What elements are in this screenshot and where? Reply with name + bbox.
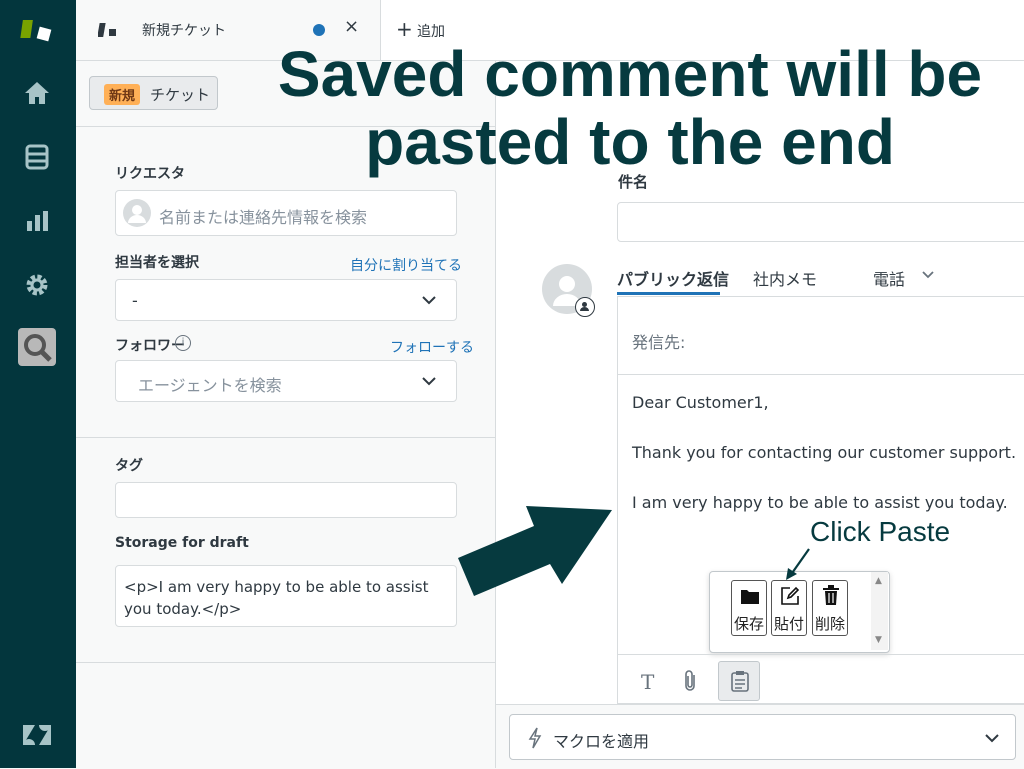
delete-button[interactable]: 削除 [812, 580, 848, 636]
requester-badge-icon [575, 297, 595, 317]
save-button-label: 保存 [733, 615, 764, 633]
scroll-up-icon[interactable]: ▲ [875, 576, 882, 586]
attachment-icon[interactable] [682, 669, 698, 693]
draft-storage-label: Storage for draft [115, 535, 249, 551]
divider [618, 654, 1024, 655]
body-line: I am very happy to be able to assist you… [632, 493, 1008, 512]
folder-icon [741, 590, 759, 604]
followers-placeholder: エージェントを検索 [138, 376, 282, 395]
close-tab-icon[interactable]: × [344, 16, 359, 37]
followers-search-input[interactable]: エージェントを検索 [115, 360, 457, 402]
zendesk-logo-icon [18, 716, 56, 754]
apply-macro-select[interactable]: マクロを適用 [509, 714, 1016, 760]
reply-editor[interactable]: 発信先: Dear Customer1, Thank you for conta… [617, 296, 1024, 704]
paste-button-label: 貼付 [773, 615, 804, 633]
edit-icon [781, 586, 800, 605]
active-tab-indicator [617, 292, 720, 295]
tutorial-headline: Saved comment will be pasted to the end [230, 40, 1024, 176]
trash-icon [823, 585, 839, 605]
recipient-label: 発信先: [632, 333, 686, 352]
body-line: Dear Customer1, [632, 393, 769, 412]
ticket-tab-icon [98, 23, 116, 37]
delete-button-label: 削除 [814, 615, 845, 633]
headline-line: pasted to the end [365, 106, 895, 178]
assign-to-self-link[interactable]: 自分に割り当てる [350, 255, 462, 275]
saved-comments-toolbar-button[interactable] [718, 661, 760, 701]
ticket-status-pill[interactable]: 新規 チケット [89, 76, 218, 110]
requester-search-input[interactable]: 名前または連絡先情報を検索 [115, 190, 457, 236]
clipboard-icon [731, 671, 749, 692]
tab-phone[interactable]: 電話 [873, 266, 905, 290]
chevron-down-icon [422, 296, 436, 305]
ticket-type-label: チケット [150, 86, 211, 104]
popup-scrollbar[interactable]: ▲ ▼ [871, 572, 888, 650]
ticket-tab-title: 新規チケット [142, 23, 226, 39]
headline-line: Saved comment will be [277, 38, 983, 110]
user-avatar-icon [123, 199, 151, 227]
reporting-icon[interactable] [18, 202, 56, 240]
apply-macro-label: マクロを適用 [553, 732, 650, 751]
views-icon[interactable] [18, 138, 56, 176]
tags-label: タグ [115, 458, 143, 474]
status-badge: 新規 [104, 84, 141, 105]
big-arrow-icon [458, 506, 612, 596]
tab-public-reply[interactable]: パブリック返信 [617, 266, 729, 290]
tab-internal-note[interactable]: 社内メモ [753, 266, 817, 290]
divider [76, 662, 495, 663]
paste-button[interactable]: 貼付 [771, 580, 807, 636]
small-arrow-icon [786, 548, 810, 580]
text-format-icon[interactable]: T [641, 670, 654, 694]
info-icon[interactable]: i [175, 335, 191, 351]
macro-bar: マクロを適用 [496, 704, 1024, 769]
scroll-down-icon[interactable]: ▼ [875, 635, 882, 645]
save-button[interactable]: 保存 [731, 580, 767, 636]
chevron-down-icon [422, 377, 436, 386]
home-icon[interactable] [18, 74, 56, 112]
chevron-down-icon [985, 734, 999, 743]
draft-storage-value: <p>I am very happy to be able to assist … [124, 578, 429, 618]
search-app-icon[interactable] [18, 328, 56, 366]
settings-gear-icon[interactable] [18, 266, 56, 304]
divider [76, 437, 495, 438]
saved-comments-popup: 保存 貼付 削除 ▲ ▼ [709, 571, 890, 653]
draft-storage-field[interactable]: <p>I am very happy to be able to assist … [115, 565, 457, 627]
divider [618, 374, 1024, 375]
requester-placeholder: 名前または連絡先情報を検索 [159, 208, 368, 227]
click-paste-annotation: Click Paste [810, 516, 951, 547]
requester-label: リクエスタ [115, 166, 185, 182]
assignee-label: 担当者を選択 [115, 255, 199, 271]
unsaved-dot-icon [313, 24, 325, 36]
product-logo-icon[interactable] [18, 10, 56, 48]
tags-input[interactable] [115, 482, 457, 518]
assignee-value: - [132, 291, 138, 310]
assignee-select[interactable]: - [115, 279, 457, 321]
chevron-down-icon[interactable] [921, 270, 935, 279]
lightning-icon [528, 727, 542, 749]
follow-link[interactable]: フォローする [390, 337, 474, 357]
subject-input[interactable] [617, 202, 1024, 242]
left-navigation [0, 0, 76, 768]
body-line: Thank you for contacting our customer su… [632, 443, 1017, 462]
